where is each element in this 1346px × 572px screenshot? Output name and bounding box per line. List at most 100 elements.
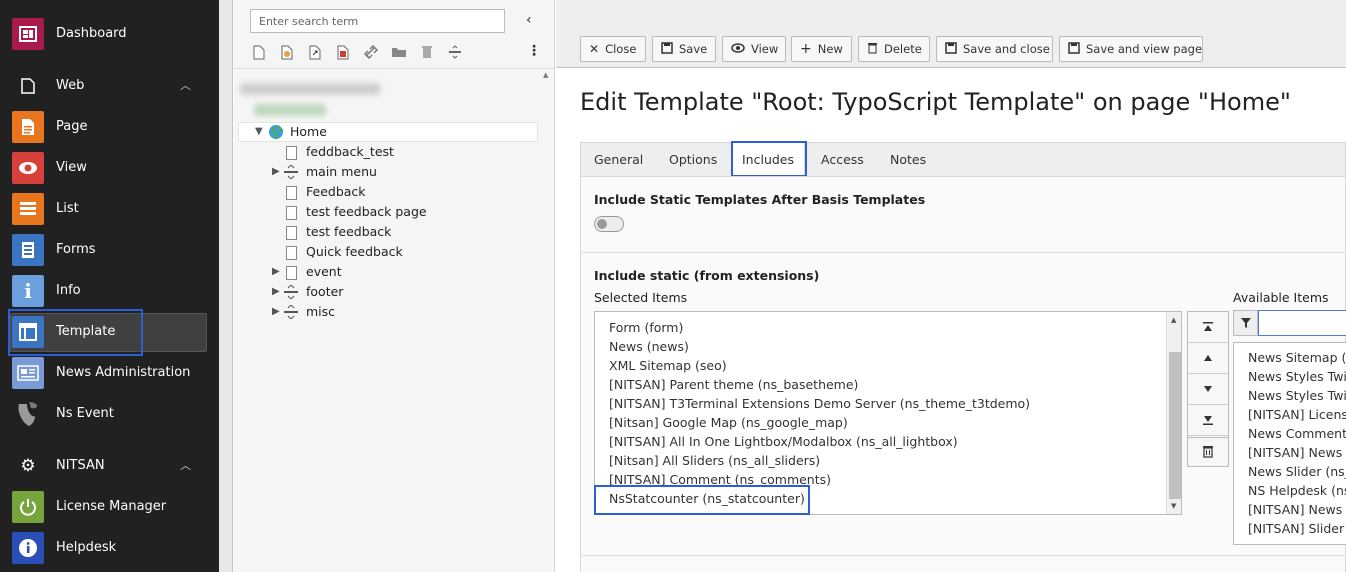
- separator-page-icon: [284, 304, 298, 322]
- new-mountpoint-icon[interactable]: [334, 43, 352, 61]
- expanded-caret-icon[interactable]: ▼: [255, 126, 263, 137]
- scroll-up-arrow-icon[interactable]: ▲: [1171, 316, 1176, 324]
- panel-resize-scrollbar[interactable]: [219, 0, 233, 572]
- remove-item-button[interactable]: [1187, 437, 1229, 467]
- list-item[interactable]: [NITSAN] Parent theme (ns_basetheme): [609, 375, 858, 394]
- module-helpdesk[interactable]: Helpdesk: [0, 530, 219, 566]
- delete-button[interactable]: Delete: [858, 36, 930, 62]
- list-item[interactable]: News Styles Twit: [1248, 386, 1346, 405]
- tree-node-label[interactable]: misc: [306, 302, 335, 322]
- recycler-icon[interactable]: [418, 43, 436, 61]
- module-license-manager[interactable]: License Manager: [0, 489, 219, 525]
- list-item[interactable]: [NITSAN] All In One Lightbox/Modalbox (n…: [609, 432, 958, 451]
- module-view[interactable]: View: [0, 150, 219, 186]
- move-up-button[interactable]: [1188, 343, 1228, 374]
- tree-node-label[interactable]: footer: [306, 282, 343, 302]
- module-label: Ns Event: [56, 406, 114, 421]
- new-page-icon[interactable]: [250, 43, 268, 61]
- group-nitsan[interactable]: ⚙ NITSAN ︿: [0, 448, 219, 484]
- page-module-icon: [12, 111, 44, 143]
- tab-notes[interactable]: Notes: [890, 143, 926, 176]
- tab-includes[interactable]: Includes: [742, 143, 794, 176]
- tree-node-label[interactable]: main menu: [306, 162, 377, 182]
- tree-search-input[interactable]: [250, 9, 505, 33]
- module-label: News Administration: [56, 365, 191, 380]
- filter-input[interactable]: [1258, 310, 1346, 336]
- collapsed-caret-icon[interactable]: ▶: [272, 166, 280, 177]
- forms-icon: [12, 234, 44, 266]
- module-news-administration[interactable]: News Administration: [0, 355, 219, 391]
- list-item[interactable]: [Nitsan] All Sliders (ns_all_sliders): [609, 451, 820, 470]
- list-item[interactable]: XML Sitemap (seo): [609, 356, 727, 375]
- selected-list-scrollbar[interactable]: ▲ ▼: [1166, 312, 1181, 514]
- collapsed-caret-icon[interactable]: ▶: [272, 306, 280, 317]
- scroll-down-arrow-icon[interactable]: ▼: [1171, 502, 1176, 510]
- new-button-label: New: [817, 42, 843, 56]
- move-to-top-button[interactable]: [1188, 312, 1228, 343]
- blurred-site-node: [254, 104, 326, 116]
- selected-items-list[interactable]: Form (form) News (news) XML Sitemap (seo…: [594, 311, 1182, 515]
- new-shortcut-page-icon[interactable]: [278, 43, 296, 61]
- move-down-button[interactable]: [1188, 374, 1228, 405]
- module-ns-event[interactable]: Ns Event: [0, 396, 219, 432]
- move-to-bottom-button[interactable]: [1188, 405, 1228, 436]
- dashboard-icon: [12, 18, 44, 50]
- list-item[interactable]: [NITSAN] Slider: [1248, 519, 1344, 538]
- list-item[interactable]: News Comment: [1248, 424, 1346, 443]
- tab-general[interactable]: General: [594, 143, 643, 176]
- list-item[interactable]: [NITSAN] Comment (ns_comments): [609, 470, 831, 489]
- tree-node-label[interactable]: test feedback page: [306, 202, 427, 222]
- tree-node-label[interactable]: event: [306, 262, 342, 282]
- list-item[interactable]: [NITSAN] T3Terminal Extensions Demo Serv…: [609, 394, 1030, 413]
- list-item[interactable]: [NITSAN] News: [1248, 443, 1342, 462]
- scroll-up-arrow-icon[interactable]: ▲: [543, 71, 548, 79]
- include-static-label: Include static (from extensions): [594, 268, 820, 283]
- module-dashboard[interactable]: Dashboard: [0, 16, 219, 52]
- tab-access[interactable]: Access: [821, 143, 864, 176]
- module-list[interactable]: List: [0, 191, 219, 227]
- list-item[interactable]: [NITSAN] News: [1248, 500, 1342, 519]
- tree-node-label[interactable]: feddback_test: [306, 142, 394, 162]
- close-button[interactable]: ✕ Close: [580, 36, 646, 62]
- list-item[interactable]: NS Helpdesk (ns: [1248, 481, 1346, 500]
- filter-icon[interactable]: [1233, 310, 1258, 336]
- typo3-logo-icon: [12, 398, 44, 430]
- list-item[interactable]: News (news): [609, 337, 689, 356]
- new-separator-icon[interactable]: [446, 43, 464, 61]
- view-button[interactable]: View: [722, 36, 786, 62]
- group-label: Web: [56, 78, 85, 93]
- tree-node-label[interactable]: test feedback: [306, 222, 391, 242]
- more-options-icon[interactable]: ⋮: [527, 43, 541, 59]
- tab-options[interactable]: Options: [669, 143, 717, 176]
- list-item[interactable]: [Nitsan] Google Map (ns_google_map): [609, 413, 848, 432]
- static-after-basis-toggle[interactable]: [594, 216, 624, 232]
- list-item[interactable]: News Styles Twit: [1248, 367, 1346, 386]
- list-item[interactable]: Form (form): [609, 318, 683, 337]
- module-label: Info: [56, 283, 81, 298]
- save-and-close-button[interactable]: Save and close: [936, 36, 1053, 62]
- save-button[interactable]: Save: [652, 36, 716, 62]
- available-items-list[interactable]: News Sitemap (n News Styles Twit News St…: [1233, 342, 1346, 545]
- new-button[interactable]: + New: [791, 36, 852, 62]
- collapsed-caret-icon[interactable]: ▶: [272, 286, 280, 297]
- list-item[interactable]: News Sitemap (n: [1248, 348, 1346, 367]
- eye-icon: [731, 42, 745, 56]
- tree-node-label[interactable]: Quick feedback: [306, 242, 403, 262]
- module-info[interactable]: i Info: [0, 273, 219, 309]
- new-folder-icon[interactable]: [390, 43, 408, 61]
- collapsed-caret-icon[interactable]: ▶: [272, 266, 280, 277]
- list-item[interactable]: [NITSAN] Licens: [1248, 405, 1346, 424]
- new-external-link-icon[interactable]: [362, 43, 380, 61]
- save-and-view-button[interactable]: Save and view page: [1059, 36, 1203, 62]
- collapse-tree-icon[interactable]: ‹: [526, 12, 532, 28]
- list-item[interactable]: News Slider (ns_: [1248, 462, 1346, 481]
- group-web[interactable]: Web ︿: [0, 68, 219, 104]
- tree-node-label[interactable]: Feedback: [306, 182, 366, 202]
- scrollbar-thumb[interactable]: [1169, 352, 1181, 499]
- module-template[interactable]: Template: [0, 314, 219, 350]
- module-forms[interactable]: Forms: [0, 232, 219, 268]
- new-link-page-icon[interactable]: [306, 43, 324, 61]
- list-item-ns-statcounter[interactable]: NsStatcounter (ns_statcounter): [609, 489, 805, 508]
- module-page[interactable]: Page: [0, 109, 219, 145]
- tree-node-label[interactable]: Home: [290, 122, 327, 142]
